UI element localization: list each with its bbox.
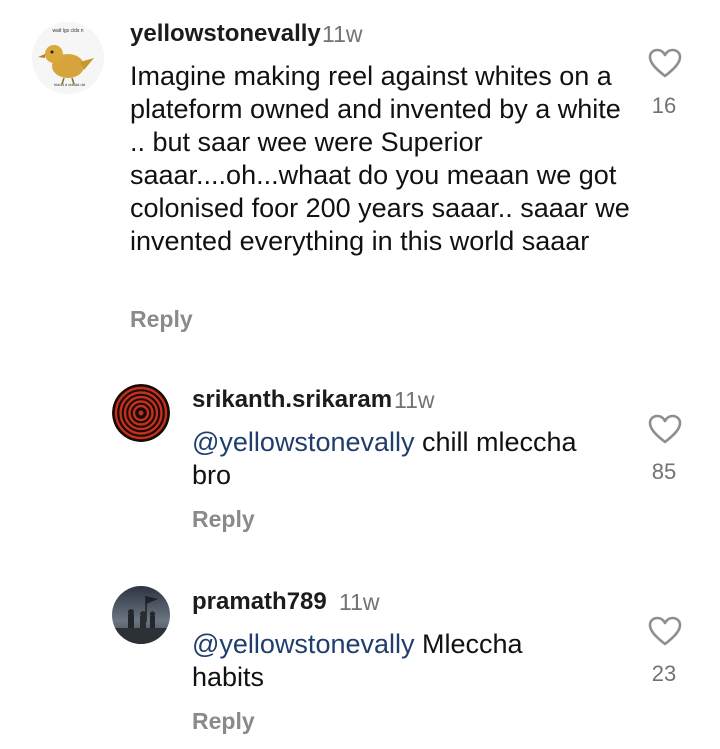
avatar[interactable] [112, 586, 170, 644]
avatar-caption-bottom: hiddd d ddddd dd [54, 82, 85, 87]
comment-timestamp: 11w [394, 387, 435, 413]
comment-text: @yellowstonevally Mleccha habits [192, 628, 592, 694]
avatar-caption-top: wait lgs clds n [52, 28, 84, 34]
reply-button[interactable]: Reply [192, 708, 255, 735]
comment-timestamp: 11w [322, 21, 363, 47]
reply-item: pramath789 11w @yellowstonevally Mleccha… [0, 572, 720, 749]
heart-icon[interactable] [648, 48, 682, 78]
soldiers-flag-avatar-icon [112, 586, 170, 644]
like-count: 85 [651, 459, 677, 484]
comment-text: @yellowstonevally chill mleccha bro [192, 426, 612, 492]
comment-timestamp: 11w [339, 589, 380, 615]
mention-link[interactable]: @yellowstonevally [192, 427, 415, 457]
concentric-circles-avatar-icon [112, 384, 170, 442]
comment-username[interactable]: pramath789 [192, 588, 327, 616]
comment-item: wait lgs clds n hiddd d ddddd dd yellows… [0, 0, 720, 340]
avatar[interactable]: wait lgs clds n hiddd d ddddd dd [32, 22, 104, 94]
like-count: 23 [651, 661, 677, 686]
avatar[interactable] [112, 384, 170, 442]
comment-username[interactable]: yellowstonevally [130, 20, 321, 48]
like-count: 16 [651, 93, 677, 118]
heart-icon[interactable] [648, 414, 682, 444]
comment-text: Imagine making reel against whites on a … [130, 61, 630, 256]
comment-username[interactable]: srikanth.srikaram [192, 386, 392, 414]
reply-button[interactable]: Reply [130, 306, 193, 333]
reply-item: srikanth.srikaram 11w @yellowstonevally … [0, 370, 720, 540]
mention-link[interactable]: @yellowstonevally [192, 629, 415, 659]
reply-button[interactable]: Reply [192, 506, 255, 533]
heart-icon[interactable] [648, 616, 682, 646]
